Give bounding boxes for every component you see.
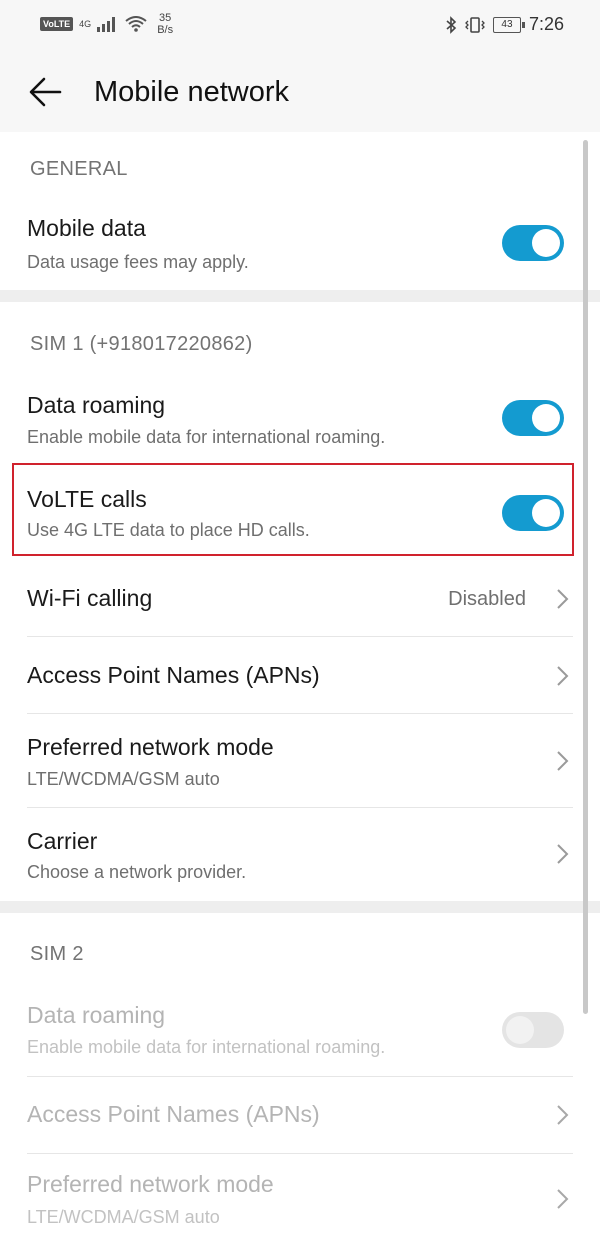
sim1-data-roaming-subtitle: Enable mobile data for international roa… <box>27 427 386 447</box>
sim2-data-roaming-subtitle: Enable mobile data for international roa… <box>27 1037 386 1057</box>
mobile-data-subtitle: Data usage fees may apply. <box>27 252 249 272</box>
chevron-right-icon <box>557 666 569 686</box>
sim2-network-mode-title: Preferred network mode <box>27 1171 274 1197</box>
status-right: 43 7:26 <box>445 14 564 35</box>
wifi-calling-row[interactable]: Wi-Fi calling Disabled <box>0 562 580 636</box>
network-speed-unit: B/s <box>157 24 174 36</box>
sim1-apn-title: Access Point Names (APNs) <box>27 662 320 688</box>
mobile-data-toggle[interactable] <box>502 225 564 261</box>
clock: 7:26 <box>528 14 564 34</box>
chevron-right-icon <box>557 1189 569 1209</box>
carrier-row[interactable]: Carrier Choose a network provider. <box>0 808 580 900</box>
vibrate-icon <box>465 16 485 33</box>
mobile-data-title: Mobile data <box>27 215 146 241</box>
chevron-right-icon <box>557 751 569 771</box>
sim2-apn-row[interactable]: Access Point Names (APNs) <box>0 1077 580 1153</box>
sim1-network-mode-subtitle: LTE/WCDMA/GSM auto <box>27 769 220 789</box>
page-title: Mobile network <box>94 76 290 108</box>
network-type: 4G <box>79 19 92 29</box>
section-header-sim2: SIM 2 <box>30 943 84 965</box>
sim2-network-mode-row[interactable]: Preferred network mode LTE/WCDMA/GSM aut… <box>0 1154 580 1240</box>
section-header-sim1: SIM 1 (+918017220862) <box>30 333 253 355</box>
sim1-network-mode-row[interactable]: Preferred network mode LTE/WCDMA/GSM aut… <box>0 714 580 807</box>
bluetooth-icon <box>446 15 457 34</box>
sim2-apn-title: Access Point Names (APNs) <box>27 1101 320 1127</box>
sim1-data-roaming-toggle[interactable] <box>502 400 564 436</box>
sim2-data-roaming-toggle[interactable] <box>502 1012 564 1048</box>
sim2-data-roaming-row[interactable]: Data roaming Enable mobile data for inte… <box>0 990 580 1076</box>
wifi-calling-title: Wi-Fi calling <box>27 585 153 611</box>
sim1-data-roaming-title: Data roaming <box>27 392 166 418</box>
carrier-subtitle: Choose a network provider. <box>27 862 247 882</box>
app-bar: Mobile network <box>0 52 600 132</box>
toggle-knob <box>532 404 560 432</box>
chevron-right-icon <box>557 1105 569 1125</box>
toggle-knob <box>506 1016 534 1044</box>
section-divider <box>0 290 600 302</box>
section-divider <box>0 901 600 913</box>
sim1-apn-row[interactable]: Access Point Names (APNs) <box>0 637 580 713</box>
scrollbar[interactable] <box>583 140 588 1014</box>
back-arrow-icon[interactable] <box>28 74 64 110</box>
status-left: VoLTE 4G 35 B/s <box>40 12 173 36</box>
mobile-data-row[interactable]: Mobile data Data usage fees may apply. <box>0 205 580 290</box>
sim2-data-roaming-title: Data roaming <box>27 1002 166 1028</box>
chevron-right-icon <box>557 844 569 864</box>
cellular-signal-icon <box>97 17 116 32</box>
network-speed: 35 B/s <box>157 12 173 36</box>
sim1-data-roaming-row[interactable]: Data roaming Enable mobile data for inte… <box>0 380 580 462</box>
network-speed-value: 35 <box>159 12 172 24</box>
section-header-general: GENERAL <box>30 158 128 180</box>
volte-highlight-box <box>12 463 574 556</box>
carrier-title: Carrier <box>27 828 98 854</box>
toggle-knob <box>532 229 560 257</box>
volte-badge: VoLTE <box>40 17 74 31</box>
sim2-network-mode-subtitle: LTE/WCDMA/GSM auto <box>27 1207 220 1227</box>
battery-icon: 43 <box>492 16 525 33</box>
chevron-right-icon <box>557 589 569 609</box>
wifi-calling-value: Disabled <box>448 588 526 610</box>
sim1-network-mode-title: Preferred network mode <box>27 734 274 760</box>
status-bar: VoLTE 4G 35 B/s 43 7:26 <box>0 0 600 52</box>
wifi-icon <box>125 16 147 32</box>
